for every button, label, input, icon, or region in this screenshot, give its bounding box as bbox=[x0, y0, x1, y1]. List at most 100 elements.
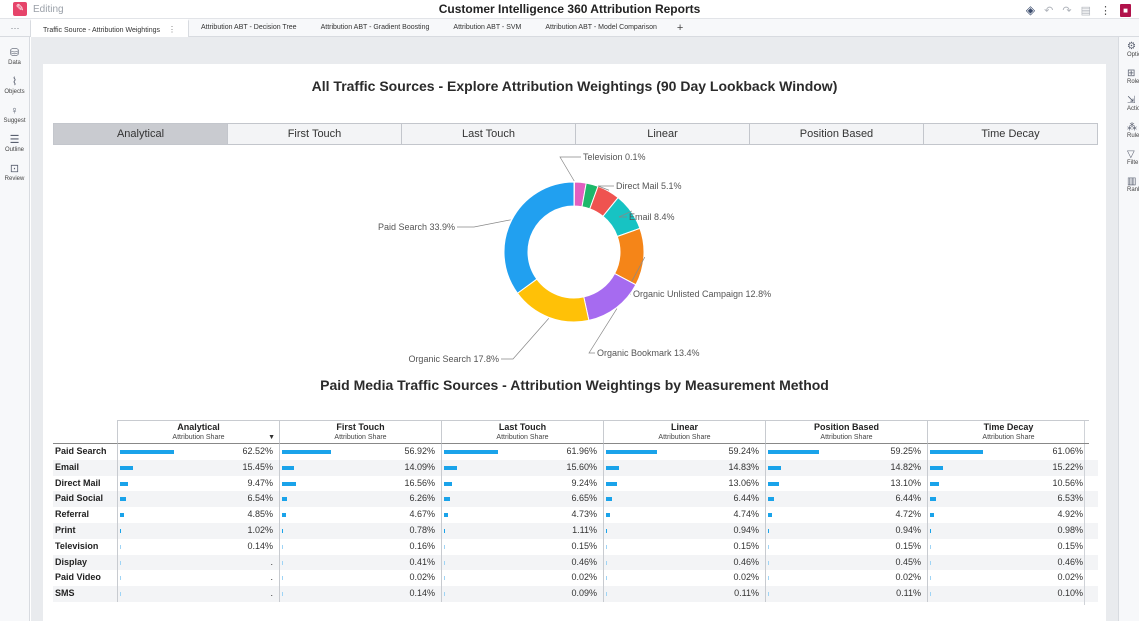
table-cell[interactable]: 6.54% bbox=[117, 491, 279, 507]
redo-icon[interactable]: ↷ bbox=[1062, 4, 1071, 17]
table-cell[interactable]: 6.26% bbox=[279, 491, 441, 507]
row-header-sms[interactable]: SMS bbox=[53, 586, 117, 602]
table-cell[interactable]: 4.67% bbox=[279, 507, 441, 523]
table-cell[interactable]: 13.06% bbox=[603, 476, 765, 492]
table-cell[interactable]: 0.78% bbox=[279, 523, 441, 539]
table-cell[interactable]: 0.11% bbox=[765, 586, 927, 602]
table-cell[interactable]: 9.47% bbox=[117, 476, 279, 492]
table-cell[interactable]: 14.82% bbox=[765, 460, 927, 476]
column-subheader-attribution-share[interactable]: Attribution Share bbox=[603, 432, 765, 444]
tab-1[interactable]: Attribution ABT - Decision Tree bbox=[189, 19, 309, 37]
row-header-display[interactable]: Display bbox=[53, 555, 117, 571]
left-rail-suggest[interactable]: ♀Suggest bbox=[0, 105, 29, 124]
table-cell[interactable]: 4.85% bbox=[117, 507, 279, 523]
table-cell[interactable]: 0.02% bbox=[765, 570, 927, 586]
tab-overflow-icon[interactable]: ⋯ bbox=[0, 19, 30, 37]
table-cell[interactable]: 4.72% bbox=[765, 507, 927, 523]
table-cell[interactable]: 4.73% bbox=[441, 507, 603, 523]
row-header-print[interactable]: Print bbox=[53, 523, 117, 539]
column-header-position-based[interactable]: Position Based bbox=[765, 420, 927, 432]
table-cell[interactable]: 62.52% bbox=[117, 444, 279, 460]
undo-icon[interactable]: ↶ bbox=[1044, 4, 1053, 17]
table-cell[interactable]: . bbox=[117, 586, 279, 602]
table-cell[interactable]: 0.94% bbox=[765, 523, 927, 539]
tab-0[interactable]: Traffic Source - Attribution Weightings⋮ bbox=[30, 19, 189, 37]
table-cell[interactable]: 6.53% bbox=[927, 491, 1089, 507]
table-cell[interactable]: 14.09% bbox=[279, 460, 441, 476]
row-header-television[interactable]: Television bbox=[53, 539, 117, 555]
table-cell[interactable]: 10.56% bbox=[927, 476, 1089, 492]
sort-descending-icon[interactable]: ▼ bbox=[268, 432, 275, 444]
column-header-first-touch[interactable]: First Touch bbox=[279, 420, 441, 432]
table-cell[interactable]: 4.92% bbox=[927, 507, 1089, 523]
table-cell[interactable]: 0.45% bbox=[765, 555, 927, 571]
table-cell[interactable]: 0.02% bbox=[603, 570, 765, 586]
table-cell[interactable]: 0.02% bbox=[441, 570, 603, 586]
table-cell[interactable]: 0.98% bbox=[927, 523, 1089, 539]
right-rail-item[interactable]: ▽Filte bbox=[1119, 149, 1139, 166]
left-rail-data[interactable]: ⛁Data bbox=[0, 47, 29, 66]
table-cell[interactable]: 59.25% bbox=[765, 444, 927, 460]
measure-button-analytical[interactable]: Analytical bbox=[54, 124, 228, 144]
column-header-time-decay[interactable]: Time Decay bbox=[927, 420, 1089, 432]
table-cell[interactable]: 0.16% bbox=[279, 539, 441, 555]
column-subheader-attribution-share[interactable]: Attribution Share bbox=[927, 432, 1089, 444]
table-cell[interactable]: 0.02% bbox=[927, 570, 1089, 586]
column-subheader-attribution-share[interactable]: Attribution Share bbox=[279, 432, 441, 444]
table-cell[interactable]: 9.24% bbox=[441, 476, 603, 492]
table-cell[interactable]: 15.45% bbox=[117, 460, 279, 476]
donut-slice-organic-bookmark[interactable] bbox=[584, 274, 636, 321]
table-cell[interactable]: 0.10% bbox=[927, 586, 1089, 602]
table-cell[interactable]: . bbox=[117, 555, 279, 571]
row-header-email[interactable]: Email bbox=[53, 460, 117, 476]
table-cell[interactable]: 0.15% bbox=[441, 539, 603, 555]
table-cell[interactable]: 0.15% bbox=[603, 539, 765, 555]
table-cell[interactable]: 6.65% bbox=[441, 491, 603, 507]
tab-menu-icon[interactable]: ⋮ bbox=[160, 25, 176, 34]
right-rail-item[interactable]: ⁂Rule bbox=[1119, 122, 1139, 139]
table-cell[interactable]: 0.14% bbox=[117, 539, 279, 555]
user-flag-icon[interactable]: ■ bbox=[1120, 4, 1131, 17]
more-menu-icon[interactable]: ⋮ bbox=[1100, 4, 1111, 17]
table-cell[interactable]: 0.46% bbox=[441, 555, 603, 571]
right-rail-item[interactable]: ⇲Actio bbox=[1119, 95, 1139, 112]
table-cell[interactable]: . bbox=[117, 570, 279, 586]
measure-button-position-based[interactable]: Position Based bbox=[750, 124, 924, 144]
right-rail-item[interactable]: ▥Rank bbox=[1119, 176, 1139, 193]
column-subheader-attribution-share[interactable]: Attribution Share bbox=[765, 432, 927, 444]
tab-2[interactable]: Attribution ABT - Gradient Boosting bbox=[309, 19, 442, 37]
table-cell[interactable]: 0.46% bbox=[927, 555, 1089, 571]
table-cell[interactable]: 0.94% bbox=[603, 523, 765, 539]
table-cell[interactable]: 0.09% bbox=[441, 586, 603, 602]
column-header-analytical[interactable]: Analytical bbox=[117, 420, 279, 432]
table-cell[interactable]: 0.41% bbox=[279, 555, 441, 571]
measure-button-linear[interactable]: Linear bbox=[576, 124, 750, 144]
table-cell[interactable]: 56.92% bbox=[279, 444, 441, 460]
tab-4[interactable]: Attribution ABT - Model Comparison bbox=[533, 19, 669, 37]
row-header-paid-social[interactable]: Paid Social bbox=[53, 491, 117, 507]
column-subheader-attribution-share[interactable]: Attribution Share▼ bbox=[117, 432, 279, 444]
table-cell[interactable]: 0.46% bbox=[603, 555, 765, 571]
column-header-linear[interactable]: Linear bbox=[603, 420, 765, 432]
table-cell[interactable]: 6.44% bbox=[765, 491, 927, 507]
table-cell[interactable]: 16.56% bbox=[279, 476, 441, 492]
measure-button-last-touch[interactable]: Last Touch bbox=[402, 124, 576, 144]
table-cell[interactable]: 6.44% bbox=[603, 491, 765, 507]
table-cell[interactable]: 15.60% bbox=[441, 460, 603, 476]
table-cell[interactable]: 61.06% bbox=[927, 444, 1089, 460]
table-cell[interactable]: 0.11% bbox=[603, 586, 765, 602]
save-icon[interactable]: ▤ bbox=[1081, 4, 1091, 17]
measure-button-first-touch[interactable]: First Touch bbox=[228, 124, 402, 144]
tab-3[interactable]: Attribution ABT - SVM bbox=[441, 19, 533, 37]
left-rail-outline[interactable]: ☰Outline bbox=[0, 134, 29, 153]
measure-button-time-decay[interactable]: Time Decay bbox=[924, 124, 1097, 144]
table-cell[interactable]: 61.96% bbox=[441, 444, 603, 460]
right-rail-item[interactable]: ⊞Role bbox=[1119, 68, 1139, 85]
table-cell[interactable]: 0.02% bbox=[279, 570, 441, 586]
table-cell[interactable]: 0.15% bbox=[765, 539, 927, 555]
table-cell[interactable]: 15.22% bbox=[927, 460, 1089, 476]
row-header-direct-mail[interactable]: Direct Mail bbox=[53, 476, 117, 492]
table-cell[interactable]: 0.14% bbox=[279, 586, 441, 602]
left-rail-review[interactable]: ⊡Review bbox=[0, 163, 29, 182]
left-rail-objects[interactable]: ⌇Objects bbox=[0, 76, 29, 95]
